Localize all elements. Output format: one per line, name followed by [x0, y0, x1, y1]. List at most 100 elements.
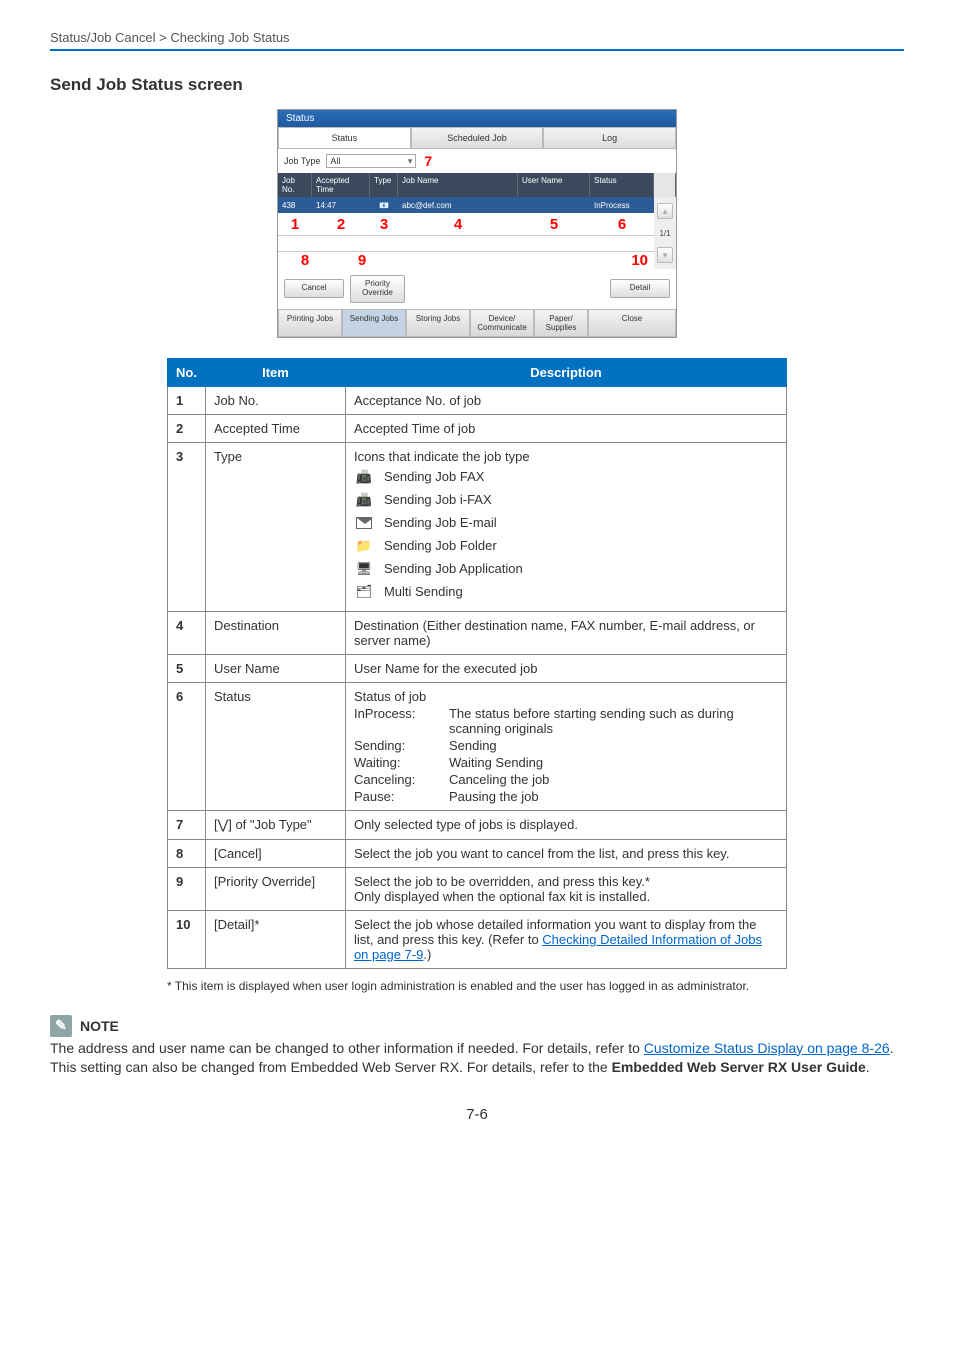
- ifax-icon: 📠: [354, 490, 374, 510]
- jobtype-value: All: [330, 156, 340, 166]
- screenshot-panel: Status Status Scheduled Job Log Job Type…: [277, 109, 677, 338]
- col-accepted-time: Accepted Time: [312, 173, 370, 197]
- cell-status: InProcess: [590, 201, 654, 210]
- cell-item: Job No.: [205, 386, 345, 414]
- tab-sending-jobs[interactable]: Sending Jobs: [342, 309, 406, 337]
- status-key: Sending:: [354, 738, 449, 753]
- cell-item: User Name: [205, 654, 345, 682]
- cell-no: 2: [168, 414, 206, 442]
- status-key: InProcess:: [354, 706, 449, 736]
- folder-icon: 📁: [354, 536, 374, 556]
- tab-printing-jobs[interactable]: Printing Jobs: [278, 309, 342, 337]
- pager-text: 1/1: [659, 229, 670, 238]
- status-val: Pausing the job: [449, 789, 778, 804]
- callout-3: 3: [370, 216, 398, 233]
- breadcrumb: Status/Job Cancel > Checking Job Status: [50, 30, 904, 51]
- type-multi: Multi Sending: [384, 584, 463, 599]
- detail-button[interactable]: Detail: [610, 279, 670, 298]
- cell-no: 9: [168, 867, 206, 910]
- cell-item: Type: [205, 442, 345, 611]
- status-val: Waiting Sending: [449, 755, 778, 770]
- table-row[interactable]: 438 14:47 📧 abc@def.com InProcess: [278, 197, 654, 213]
- ss-window-title: Status: [278, 110, 676, 127]
- cell-no: 5: [168, 654, 206, 682]
- callout-10: 10: [631, 252, 654, 269]
- th-desc: Description: [345, 358, 786, 386]
- r9-line1: Select the job to be overridden, and pre…: [354, 874, 778, 889]
- note-pre: The address and user name can be changed…: [50, 1040, 644, 1056]
- col-jobno: Job No.: [278, 173, 312, 197]
- jobtype-label: Job Type: [284, 156, 320, 166]
- tab-status[interactable]: Status: [278, 127, 411, 149]
- section-title: Send Job Status screen: [50, 75, 904, 95]
- cell-desc: Destination (Either destination name, FA…: [345, 611, 786, 654]
- th-item: Item: [205, 358, 345, 386]
- cell-desc: Accepted Time of job: [345, 414, 786, 442]
- note-icon: ✎: [50, 1015, 72, 1037]
- cell-item: Status: [205, 682, 345, 810]
- footnote: * This item is displayed when user login…: [167, 979, 787, 993]
- priority-override-button[interactable]: Priority Override: [350, 275, 405, 303]
- scroll-column: ▴ 1/1 ▾: [654, 197, 676, 269]
- xref-customize-status[interactable]: Customize Status Display on page 8-26: [644, 1040, 890, 1056]
- col-username: User Name: [518, 173, 590, 197]
- tab-device-communicate[interactable]: Device/ Communicate: [470, 309, 534, 337]
- col-jobname: Job Name: [398, 173, 518, 197]
- page-number: 7-6: [50, 1106, 904, 1123]
- cell-desc: Only selected type of jobs is displayed.: [345, 810, 786, 839]
- cell-desc: Acceptance No. of job: [345, 386, 786, 414]
- type-fax: Sending Job FAX: [384, 469, 484, 484]
- cell-no: 10: [168, 910, 206, 968]
- ss-column-headers: Job No. Accepted Time Type Job Name User…: [278, 173, 676, 197]
- callout-8: 8: [278, 252, 332, 269]
- email-icon: [354, 513, 374, 533]
- cell-jobno: 438: [278, 201, 312, 210]
- cell-desc: Select the job whose detailed informatio…: [345, 910, 786, 968]
- cell-no: 1: [168, 386, 206, 414]
- ss-bottom-tabs: Printing Jobs Sending Jobs Storing Jobs …: [278, 309, 676, 337]
- cell-desc: Icons that indicate the job type 📠 Sendin…: [345, 442, 786, 611]
- jobtype-select[interactable]: All ▾: [326, 154, 416, 168]
- type-application: Sending Job Application: [384, 561, 523, 576]
- status-val: The status before starting sending such …: [449, 706, 778, 736]
- col-status: Status: [590, 173, 654, 197]
- r9-line2: Only displayed when the optional fax kit…: [354, 889, 778, 904]
- status-val: Canceling the job: [449, 772, 778, 787]
- cell-desc: Select the job to be overridden, and pre…: [345, 867, 786, 910]
- ss-top-tabs: Status Scheduled Job Log: [278, 127, 676, 149]
- tab-storing-jobs[interactable]: Storing Jobs: [406, 309, 470, 337]
- callout-4: 4: [398, 216, 518, 233]
- cell-jobname: abc@def.com: [398, 201, 518, 210]
- cell-item: Destination: [205, 611, 345, 654]
- status-val: Sending: [449, 738, 778, 753]
- status-key: Waiting:: [354, 755, 449, 770]
- cell-desc: Select the job you want to cancel from t…: [345, 839, 786, 867]
- callout-7: 7: [424, 153, 432, 169]
- r10-post: .): [423, 947, 431, 962]
- cancel-button[interactable]: Cancel: [284, 279, 344, 298]
- close-button[interactable]: Close: [588, 309, 676, 337]
- cell-time: 14:47: [312, 201, 370, 210]
- type-intro: Icons that indicate the job type: [354, 449, 778, 464]
- cell-item: [⋁] of "Job Type": [205, 810, 345, 839]
- type-email: Sending Job E-mail: [384, 515, 497, 530]
- cell-desc: User Name for the executed job: [345, 654, 786, 682]
- scroll-down[interactable]: ▾: [657, 247, 673, 263]
- tab-paper-supplies[interactable]: Paper/ Supplies: [534, 309, 588, 337]
- note-box: ✎ NOTE The address and user name can be …: [50, 1015, 904, 1078]
- note-bold: Embedded Web Server RX User Guide: [612, 1059, 866, 1075]
- description-table: No. Item Description 1 Job No. Acceptanc…: [167, 358, 787, 969]
- status-key: Pause:: [354, 789, 449, 804]
- cell-no: 3: [168, 442, 206, 611]
- tab-scheduled[interactable]: Scheduled Job: [411, 127, 544, 149]
- tab-log[interactable]: Log: [543, 127, 676, 149]
- note-post: .: [866, 1059, 870, 1075]
- cell-item: Accepted Time: [205, 414, 345, 442]
- scroll-up[interactable]: ▴: [657, 203, 673, 219]
- cell-no: 6: [168, 682, 206, 810]
- col-type: Type: [370, 173, 398, 197]
- cell-item: [Detail]*: [205, 910, 345, 968]
- th-no: No.: [168, 358, 206, 386]
- multi-sending-icon: 🗂: [354, 582, 374, 602]
- note-label: NOTE: [80, 1018, 119, 1034]
